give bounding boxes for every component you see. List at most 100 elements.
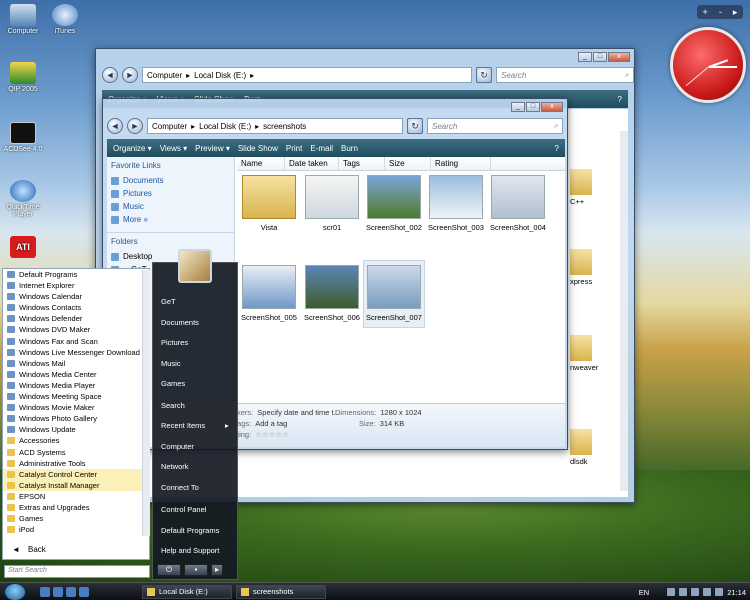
burn-button[interactable]: Burn [341, 144, 358, 153]
minimize-button[interactable]: _ [511, 102, 525, 112]
program-item[interactable]: Windows Defender [3, 313, 149, 324]
taskbar-button-local-disk[interactable]: Local Disk (E:) [142, 585, 232, 599]
more-links[interactable]: More » [107, 213, 234, 226]
column-size[interactable]: Size [385, 157, 431, 170]
preview-button[interactable]: Preview ▾ [195, 144, 230, 153]
search-input[interactable]: Search ⌕ [496, 67, 634, 83]
switch-windows-icon[interactable] [53, 586, 63, 597]
program-item[interactable]: Windows Fax and Scan [3, 336, 149, 347]
file-item[interactable]: ScreenShot_004 [487, 175, 549, 232]
minimize-button[interactable]: _ [578, 52, 592, 62]
refresh-button[interactable]: ↻ [476, 67, 492, 83]
program-item[interactable]: Windows DVD Maker [3, 324, 149, 335]
address-bar[interactable]: Computer ▸ Local Disk (E:) ▸ screenshots [147, 118, 403, 134]
program-folder[interactable]: Administrative Tools [3, 458, 149, 469]
program-item[interactable]: Internet Explorer [3, 280, 149, 291]
back-button[interactable]: ◄ [102, 67, 118, 83]
desktop-icon-computer[interactable]: Computer [0, 4, 46, 35]
program-folder[interactable]: ACD Systems [3, 447, 149, 458]
column-name[interactable]: Name [237, 157, 285, 170]
desktop-icon-ati[interactable]: ATI [0, 236, 46, 260]
taskbar-button-screenshots[interactable]: screenshots [236, 585, 326, 599]
maximize-button[interactable]: □ [593, 52, 607, 62]
program-item[interactable]: Windows Live Messenger Download [3, 347, 149, 358]
program-item[interactable]: Windows Movie Maker [3, 402, 149, 413]
file-item[interactable]: ScreenShot_005 [238, 265, 300, 322]
program-item[interactable]: Default Programs [3, 269, 149, 280]
organize-button[interactable]: Organize ▾ [113, 144, 152, 153]
program-folder[interactable]: Catalyst Control Center [3, 468, 149, 480]
folder-item[interactable]: C++ [570, 169, 620, 206]
start-menu-item-default-programs[interactable]: Default Programs [161, 526, 219, 535]
rating-stars[interactable]: ☆☆☆☆☆ [255, 430, 289, 439]
start-menu-item-get[interactable]: GeT [161, 297, 176, 306]
maximize-button[interactable]: □ [526, 102, 540, 112]
program-folder[interactable]: Accessories [3, 435, 149, 446]
column-rating[interactable]: Rating [431, 157, 491, 170]
tray-icon[interactable] [667, 588, 676, 596]
help-icon[interactable]: ? [618, 95, 622, 104]
power-icon[interactable]: ⏻ [157, 564, 181, 576]
file-item-selected[interactable]: ScreenShot_007 [363, 260, 425, 328]
file-item[interactable]: scr01 [301, 175, 363, 232]
network-icon[interactable] [679, 588, 688, 596]
start-button[interactable] [4, 582, 26, 600]
close-button[interactable]: x [541, 102, 563, 112]
remove-gadget-button[interactable]: - [719, 7, 722, 17]
program-folder[interactable]: Games [3, 513, 149, 524]
email-button[interactable]: E-mail [310, 144, 333, 153]
desktop-icon-quicktime[interactable]: QuickTime Player [0, 180, 46, 218]
program-item[interactable]: Windows Photo Gallery [3, 413, 149, 424]
media-player-icon[interactable] [79, 586, 89, 597]
start-search-input[interactable]: Start Search [4, 565, 150, 578]
forward-button[interactable]: ► [122, 67, 138, 83]
program-folder[interactable]: EPSON [3, 491, 149, 502]
program-folder[interactable]: iPod [3, 524, 149, 535]
views-button[interactable]: Views ▾ [160, 144, 187, 153]
back-button[interactable]: ◄ Back [4, 542, 148, 558]
file-item[interactable]: ScreenShot_003 [425, 175, 487, 232]
start-menu-item-connect-to[interactable]: Connect To [161, 483, 199, 492]
nav-link-music[interactable]: Music [107, 200, 234, 213]
volume-icon[interactable] [691, 588, 700, 596]
program-item[interactable]: Windows Update [3, 424, 149, 435]
scrollbar[interactable] [620, 131, 628, 491]
back-button[interactable]: ◄ [107, 118, 123, 134]
column-tags[interactable]: Tags [339, 157, 385, 170]
start-menu-item-music[interactable]: Music [161, 359, 181, 368]
folder-item[interactable]: dlsdk [570, 429, 620, 466]
address-bar[interactable]: Computer ▸ Local Disk (E:) ▸ [142, 67, 472, 83]
add-tag-field[interactable]: Add a tag [255, 419, 287, 428]
start-menu-item-network[interactable]: Network [161, 462, 189, 471]
start-menu-scrollbar[interactable] [142, 270, 150, 536]
start-menu-item-games[interactable]: Games [161, 379, 185, 388]
lock-icon[interactable]: ▪ [184, 564, 208, 576]
shutdown-options-icon[interactable]: ▸ [211, 564, 223, 576]
clock-time[interactable]: 21:14 [727, 588, 746, 597]
nav-link-pictures[interactable]: Pictures [107, 187, 234, 200]
clock-gadget[interactable] [670, 27, 746, 103]
show-desktop-icon[interactable] [40, 586, 50, 597]
help-icon[interactable]: ? [555, 144, 559, 153]
security-icon[interactable] [703, 588, 712, 596]
file-item[interactable]: ScreenShot_006 [301, 265, 363, 322]
desktop-icon-qip[interactable]: QIP 2005 [0, 62, 46, 93]
start-menu-item-pictures[interactable]: Pictures [161, 338, 188, 347]
column-date-taken[interactable]: Date taken [285, 157, 339, 170]
ati-tray-icon[interactable] [715, 588, 724, 596]
forward-button[interactable]: ► [127, 118, 143, 134]
close-button[interactable]: x [608, 52, 630, 62]
program-item[interactable]: Windows Meeting Space [3, 391, 149, 402]
program-item[interactable]: Windows Mail [3, 358, 149, 369]
start-menu-item-recent-items[interactable]: Recent Items [161, 421, 205, 430]
program-folder[interactable]: Extras and Upgrades [3, 502, 149, 513]
program-item[interactable]: Windows Media Center [3, 369, 149, 380]
add-gadget-button[interactable]: + [703, 7, 708, 17]
folders-heading[interactable]: Folders [107, 232, 234, 250]
program-item[interactable]: Windows Media Player [3, 380, 149, 391]
start-menu-item-search[interactable]: Search [161, 401, 185, 410]
program-item[interactable]: Windows Contacts [3, 302, 149, 313]
program-item[interactable]: Windows Calendar [3, 291, 149, 302]
start-menu-item-computer[interactable]: Computer [161, 442, 194, 451]
date-taken-value[interactable]: Specify date and time t... [257, 408, 340, 417]
